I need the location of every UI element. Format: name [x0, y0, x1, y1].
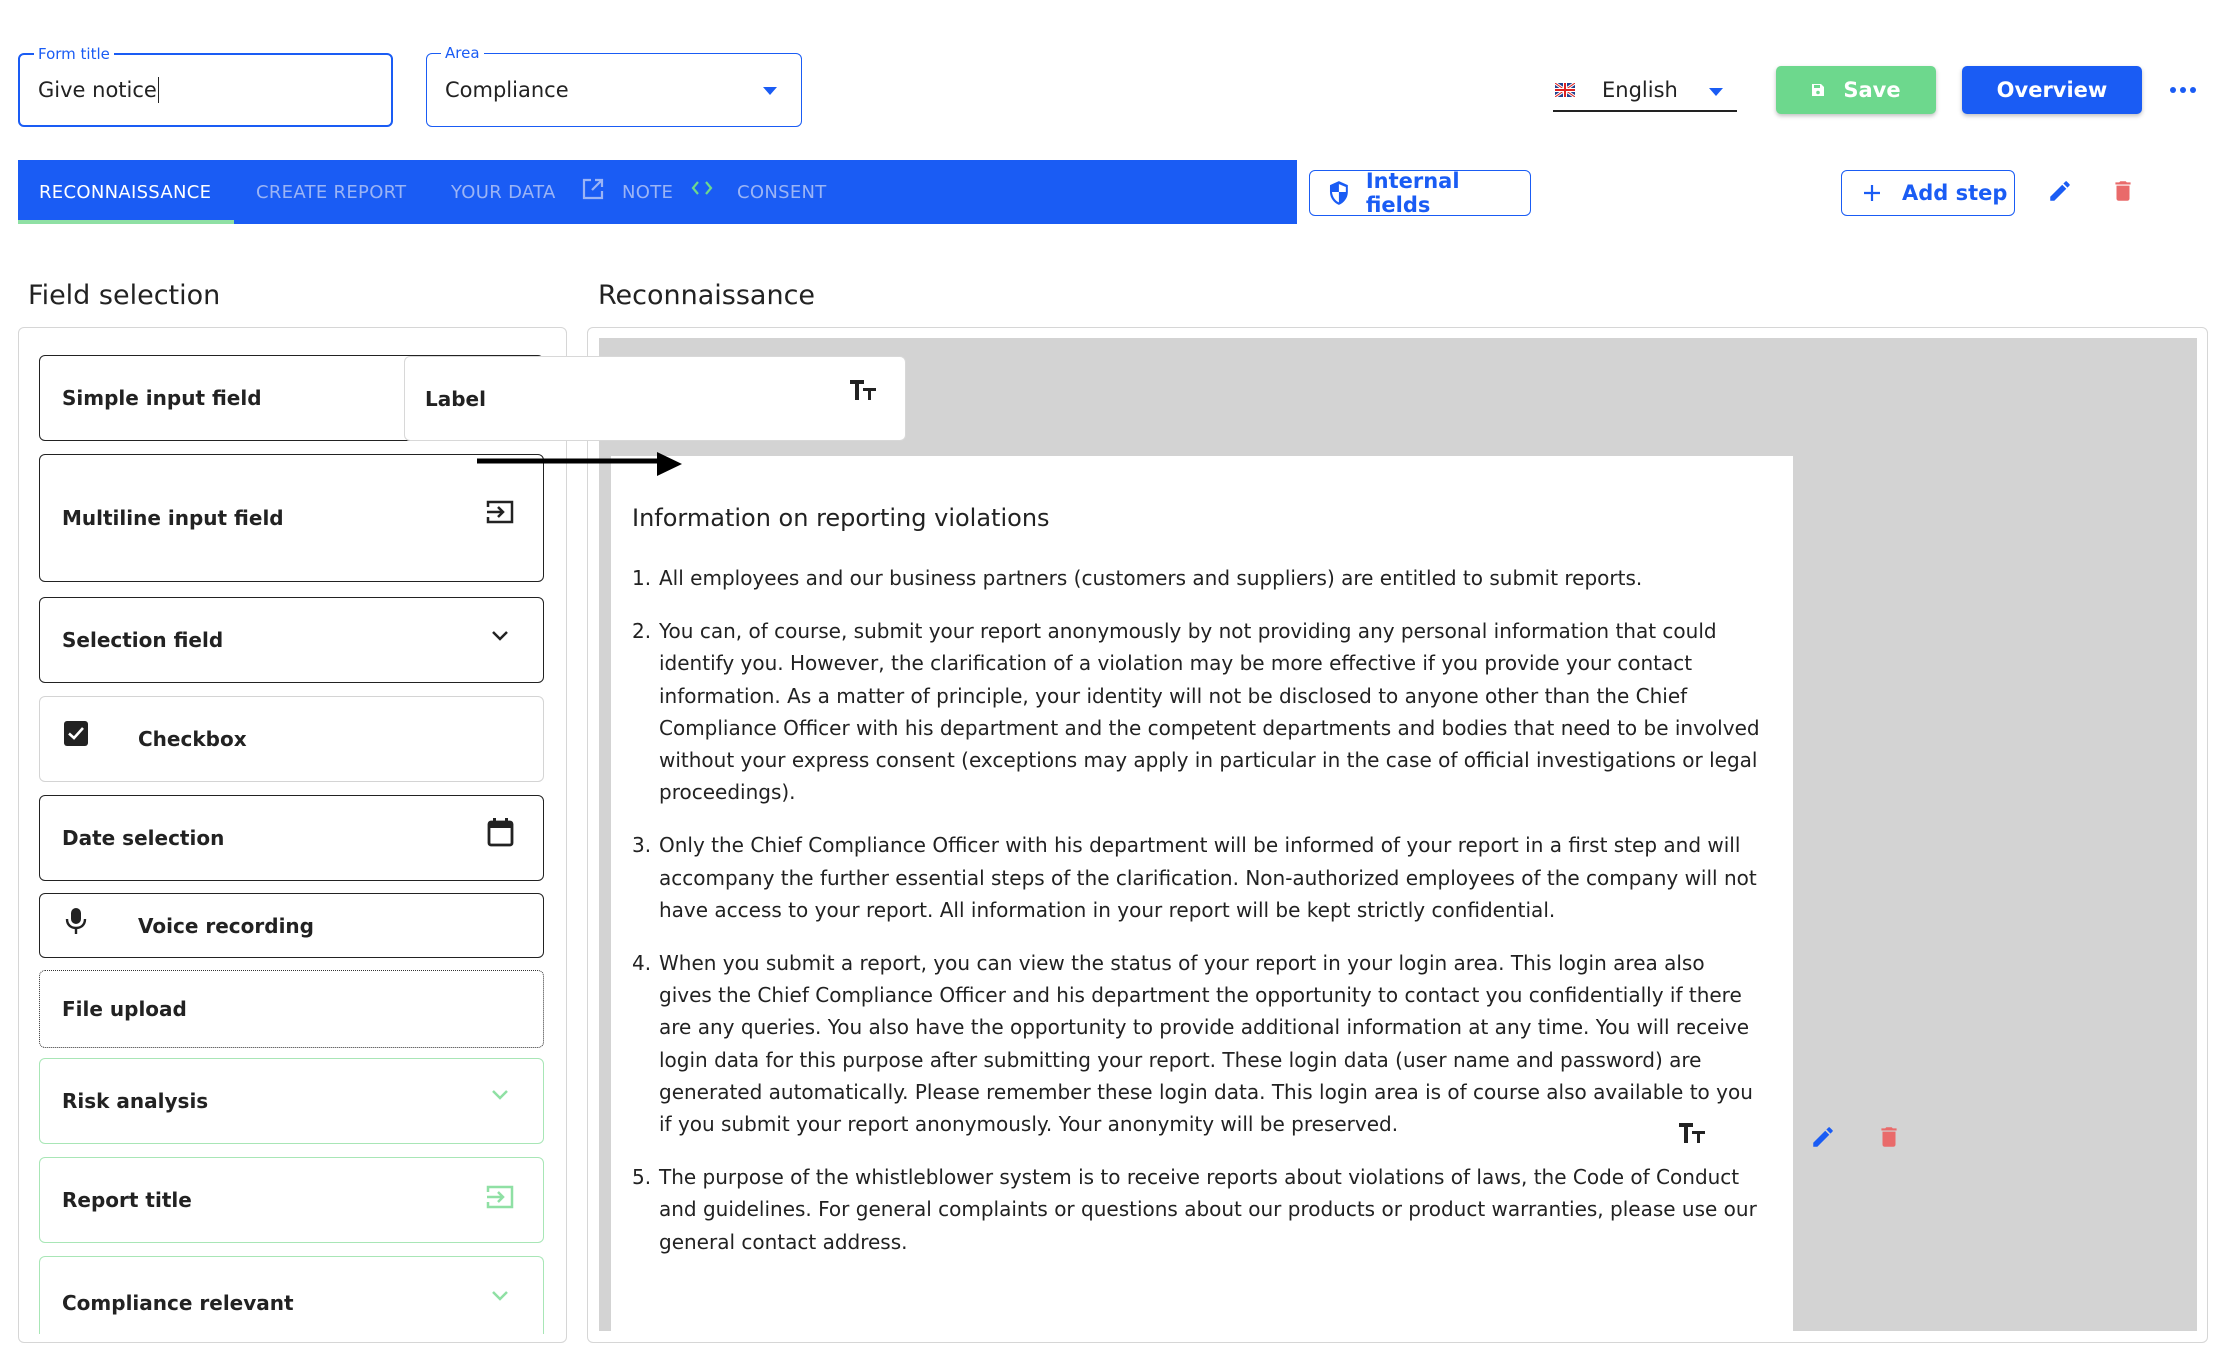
list-text: Only the Chief Compliance Officer with h… [659, 833, 1757, 922]
language-label: English [1602, 78, 1678, 102]
code-brackets-icon[interactable] [690, 178, 714, 198]
save-icon [1812, 84, 1825, 96]
area-value: Compliance [445, 78, 569, 102]
save-button[interactable]: Save [1776, 66, 1936, 114]
field-multiline-input[interactable]: Multiline input field [39, 454, 544, 582]
list-number: 3. [632, 833, 652, 858]
chevron-down-icon [492, 631, 508, 641]
tab-label: RECONNAISSANCE [39, 181, 212, 203]
text-size-icon [1679, 1123, 1705, 1143]
tab-consent[interactable]: CONSENT [737, 160, 827, 224]
field-label: Date selection [62, 826, 225, 850]
shield-icon [1329, 181, 1348, 205]
dot [2190, 87, 2196, 93]
dragged-field-label: Label [425, 386, 486, 411]
dropdown-arrow-icon [1709, 88, 1723, 96]
drag-direction-arrow [477, 452, 682, 476]
list-text: When you submit a report, you can view t… [659, 951, 1753, 1137]
field-label: Report title [62, 1188, 192, 1212]
tab-label: CONSENT [737, 181, 827, 203]
field-label: Multiline input field [62, 506, 284, 530]
field-date-selection[interactable]: Date selection [39, 795, 544, 881]
open-in-new-icon[interactable] [582, 178, 604, 200]
input-arrow-icon [486, 500, 514, 524]
add-step-label: Add step [1902, 181, 2008, 205]
text-block-card[interactable]: Information on reporting violations 1. Al… [611, 456, 1793, 1331]
dragged-field-preview[interactable]: Label [404, 356, 906, 441]
list-text: All employees and our business partners … [659, 566, 1643, 590]
add-step-button[interactable]: Add step [1841, 170, 2015, 216]
step-tabs: RECONNAISSANCE CREATE REPORT YOUR DATA N… [18, 160, 1297, 224]
save-label: Save [1843, 78, 1901, 102]
field-label: Voice recording [138, 913, 314, 938]
chevron-down-icon [492, 1291, 508, 1301]
step-title: Reconnaissance [598, 280, 816, 311]
field-report-title[interactable]: Report title [39, 1157, 544, 1243]
text-size-icon [850, 380, 876, 400]
list-item: 4. When you submit a report, you can view… [632, 947, 1762, 1140]
more-options-icon[interactable] [2170, 80, 2196, 100]
input-arrow-icon [486, 1185, 514, 1209]
field-file-upload[interactable]: File upload [39, 970, 544, 1048]
list-item: 3. Only the Chief Compliance Officer with… [632, 829, 1762, 926]
area-select[interactable]: Area Compliance [426, 43, 802, 127]
uk-flag-icon [1555, 83, 1575, 97]
dot [2170, 87, 2176, 93]
field-selection[interactable]: Selection field [39, 597, 544, 683]
list-item: 2. You can, of course, submit your report… [632, 615, 1762, 808]
field-label: Selection field [62, 628, 224, 652]
tab-label: CREATE REPORT [256, 181, 407, 203]
list-item: 5. The purpose of the whistleblower syste… [632, 1161, 1762, 1258]
tab-reconnaissance[interactable]: RECONNAISSANCE [39, 160, 211, 224]
field-selection-title: Field selection [28, 280, 221, 311]
list-item: 1. All employees and our business partner… [632, 562, 1762, 594]
tab-label: NOTE [622, 181, 674, 203]
edit-step-icon[interactable] [2047, 178, 2073, 204]
list-number: 4. [632, 951, 652, 976]
list-text: The purpose of the whistleblower system … [659, 1165, 1757, 1254]
text-caret [157, 77, 160, 103]
field-label: Compliance relevant [62, 1291, 294, 1315]
overview-button[interactable]: Overview [1962, 66, 2142, 114]
list-text: You can, of course, submit your report a… [659, 619, 1760, 805]
language-select[interactable]: English [1553, 70, 1737, 112]
field-checkbox[interactable]: Checkbox [39, 696, 544, 782]
form-title-field[interactable]: Form title Give notice [18, 44, 393, 127]
field-label: Checkbox [138, 727, 247, 751]
text-block-list: 1. All employees and our business partner… [632, 562, 1762, 1279]
internal-fields-label: Internal fields [1365, 169, 1460, 217]
plus-icon [1864, 185, 1880, 201]
chevron-down-icon [492, 1090, 508, 1100]
field-label: Simple input field [62, 386, 262, 410]
dot [2180, 87, 2186, 93]
tab-note[interactable]: NOTE [622, 160, 673, 224]
field-voice-recording[interactable]: Voice recording [39, 893, 544, 958]
microphone-icon [65, 908, 87, 934]
tab-your-data[interactable]: YOUR DATA [451, 160, 556, 224]
text-block-heading: Information on reporting violations [632, 504, 1050, 532]
delete-step-icon[interactable] [2110, 178, 2136, 204]
dropdown-arrow-icon [763, 87, 777, 95]
tab-create-report[interactable]: CREATE REPORT [256, 160, 406, 224]
internal-fields-button[interactable]: Internal fields [1309, 169, 1531, 217]
calendar-icon [487, 818, 514, 847]
edit-block-icon[interactable] [1810, 1124, 1836, 1150]
list-number: 1. [632, 566, 652, 590]
delete-block-icon[interactable] [1876, 1124, 1902, 1150]
form-title-text: Give notice [38, 78, 157, 102]
checkbox-checked-icon [64, 721, 88, 746]
overview-label: Overview [1996, 78, 2108, 102]
field-risk-analysis[interactable]: Risk analysis [39, 1058, 544, 1144]
active-tab-indicator [18, 220, 234, 224]
list-number: 2. [632, 619, 652, 644]
tab-label: YOUR DATA [451, 181, 556, 203]
field-compliance-relevant[interactable]: Compliance relevant [39, 1256, 544, 1334]
form-title-value[interactable]: Give notice [38, 55, 160, 125]
field-label: Risk analysis [62, 1089, 209, 1113]
field-label: File upload [62, 997, 187, 1021]
list-number: 5. [632, 1165, 652, 1190]
